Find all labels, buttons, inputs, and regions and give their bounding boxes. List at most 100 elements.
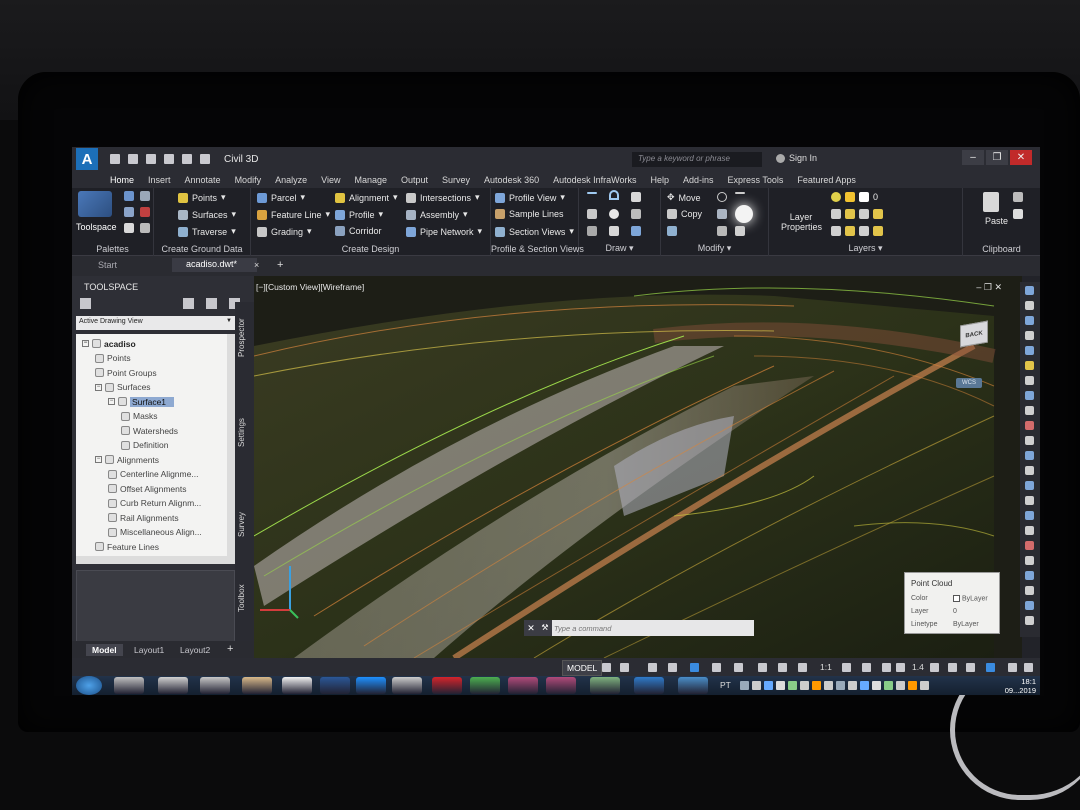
tray-icon[interactable] [788, 681, 797, 690]
app-15-icon[interactable] [678, 677, 708, 694]
right-toolbar-icon[interactable] [1025, 376, 1034, 385]
right-toolbar-icon[interactable] [1025, 331, 1034, 340]
right-toolbar-icon[interactable] [1025, 481, 1034, 490]
status-toggle-icon[interactable] [648, 663, 657, 672]
fillet-icon[interactable] [735, 205, 753, 223]
tree-item[interactable]: Centerline Alignme... [108, 468, 198, 481]
right-toolbar-icon[interactable] [1025, 346, 1034, 355]
mirror-icon[interactable] [717, 209, 727, 219]
right-toolbar-icon[interactable] [1025, 286, 1034, 295]
surfaces-button[interactable]: Surfaces ▾ [178, 209, 236, 220]
status-toggle-icon[interactable] [734, 663, 743, 672]
copy-clip-icon[interactable] [1013, 209, 1023, 219]
expand-toggle-icon[interactable]: − [82, 340, 89, 347]
right-toolbar-icon[interactable] [1025, 556, 1034, 565]
tab-view[interactable]: View [321, 175, 340, 185]
status-toggle-icon[interactable] [966, 663, 975, 672]
cut-icon[interactable] [1013, 192, 1023, 202]
tab-featured-apps[interactable]: Featured Apps [797, 175, 856, 185]
section-views-button[interactable]: Section Views ▾ [495, 226, 574, 237]
tab-help[interactable]: Help [650, 175, 669, 185]
status-toggle-icon[interactable] [758, 663, 767, 672]
palettes-title[interactable]: Palettes [72, 244, 153, 254]
paste-button[interactable]: Paste [985, 216, 1008, 226]
ts-tool-2-icon[interactable] [183, 298, 194, 309]
side-tab-toolbox[interactable]: Toolbox [237, 584, 246, 612]
right-toolbar-icon[interactable] [1025, 406, 1034, 415]
tab-modify[interactable]: Modify [235, 175, 262, 185]
layer-freeze-icon[interactable] [845, 192, 855, 202]
ellipse-icon[interactable] [609, 226, 619, 236]
close-tab-icon[interactable]: × [254, 260, 259, 270]
add-layout-icon[interactable]: + [227, 643, 233, 655]
layer-tool-3-icon[interactable] [859, 209, 869, 219]
right-toolbar-icon[interactable] [1025, 316, 1034, 325]
restore-button[interactable]: ❐ [986, 150, 1008, 165]
right-toolbar-icon[interactable] [1025, 391, 1034, 400]
palette-icon-5[interactable] [124, 223, 134, 233]
status-toggle-icon[interactable] [620, 663, 629, 672]
tray-icon[interactable] [740, 681, 749, 690]
ts-tool-1-icon[interactable] [80, 298, 91, 309]
status-toggle-icon[interactable] [896, 663, 905, 672]
tray-icon[interactable] [776, 681, 785, 690]
expand-toggle-icon[interactable]: − [108, 398, 115, 405]
tab-add-ins[interactable]: Add-ins [683, 175, 714, 185]
move-button[interactable]: ✥ Move [667, 192, 701, 203]
right-toolbar-icon[interactable] [1025, 421, 1034, 430]
open-icon[interactable] [128, 154, 138, 164]
tray-icon[interactable] [824, 681, 833, 690]
layout-tab-model[interactable]: Model [86, 644, 123, 656]
layer-tool-5-icon[interactable] [831, 226, 841, 236]
rotate-icon[interactable] [717, 192, 727, 202]
tab-output[interactable]: Output [401, 175, 428, 185]
sample-lines-button[interactable]: Sample Lines [495, 209, 564, 219]
autocad-taskbar-icon[interactable] [634, 677, 664, 694]
tray-icon[interactable] [812, 681, 821, 690]
view-select[interactable]: Active Drawing View ▼ [76, 316, 235, 330]
close-command-icon[interactable]: ✕ [524, 620, 538, 636]
tab-survey[interactable]: Survey [442, 175, 470, 185]
tree-item[interactable]: Points [95, 352, 131, 365]
redo-icon[interactable] [200, 154, 210, 164]
layer-on-icon[interactable] [831, 192, 841, 202]
palette-icon-4[interactable] [140, 207, 150, 217]
right-toolbar-icon[interactable] [1025, 451, 1034, 460]
toolspace-icon[interactable] [78, 191, 112, 217]
right-toolbar-icon[interactable] [1025, 436, 1034, 445]
traverse-button[interactable]: Traverse ▾ [178, 226, 236, 237]
tray-icon[interactable] [884, 681, 893, 690]
copy-button[interactable]: Copy [667, 209, 702, 219]
palette-icon-6[interactable] [140, 223, 150, 233]
new-icon[interactable] [110, 154, 120, 164]
app-3-icon[interactable] [200, 677, 230, 694]
layout-tab-layout1[interactable]: Layout1 [128, 644, 170, 656]
annotation-scale[interactable]: 1:1 [820, 662, 832, 672]
app-8-icon[interactable] [392, 677, 422, 694]
layer-properties-button[interactable]: Layer Properties [781, 212, 822, 232]
right-toolbar-icon[interactable] [1025, 601, 1034, 610]
tree-item[interactable]: − acadiso [82, 337, 136, 350]
profile-button[interactable]: Profile ▾ [335, 209, 383, 220]
tab-home[interactable]: Home [110, 175, 134, 185]
customize-icon[interactable]: ⚒ [538, 620, 552, 636]
winrar-2-icon[interactable] [546, 677, 576, 694]
alignment-button[interactable]: Alignment ▾ [335, 192, 398, 203]
media-player-icon[interactable] [282, 677, 312, 694]
app-13-icon[interactable] [590, 677, 620, 694]
tree-item[interactable]: − Surface1 [108, 395, 175, 408]
layer-tool-6-icon[interactable] [845, 226, 855, 236]
tray-icon[interactable] [908, 681, 917, 690]
winrar-icon[interactable] [508, 677, 538, 694]
tree-item[interactable]: Feature Lines [95, 540, 159, 553]
drawing-viewport[interactable]: [−][Custom View][Wireframe] – ❐ ✕ BACK W… [254, 276, 1022, 658]
current-layer[interactable]: 0 [873, 192, 878, 202]
right-toolbar-icon[interactable] [1025, 496, 1034, 505]
profile-section-title[interactable]: Profile & Section Views [491, 244, 584, 254]
status-toggle-icon[interactable] [948, 663, 957, 672]
ts-tool-3-icon[interactable] [206, 298, 217, 309]
create-ground-data-title[interactable]: Create Ground Data [154, 244, 250, 254]
status-toggle-icon[interactable] [842, 663, 851, 672]
tray-icon[interactable] [848, 681, 857, 690]
tree-item[interactable]: Watersheds [121, 424, 178, 437]
